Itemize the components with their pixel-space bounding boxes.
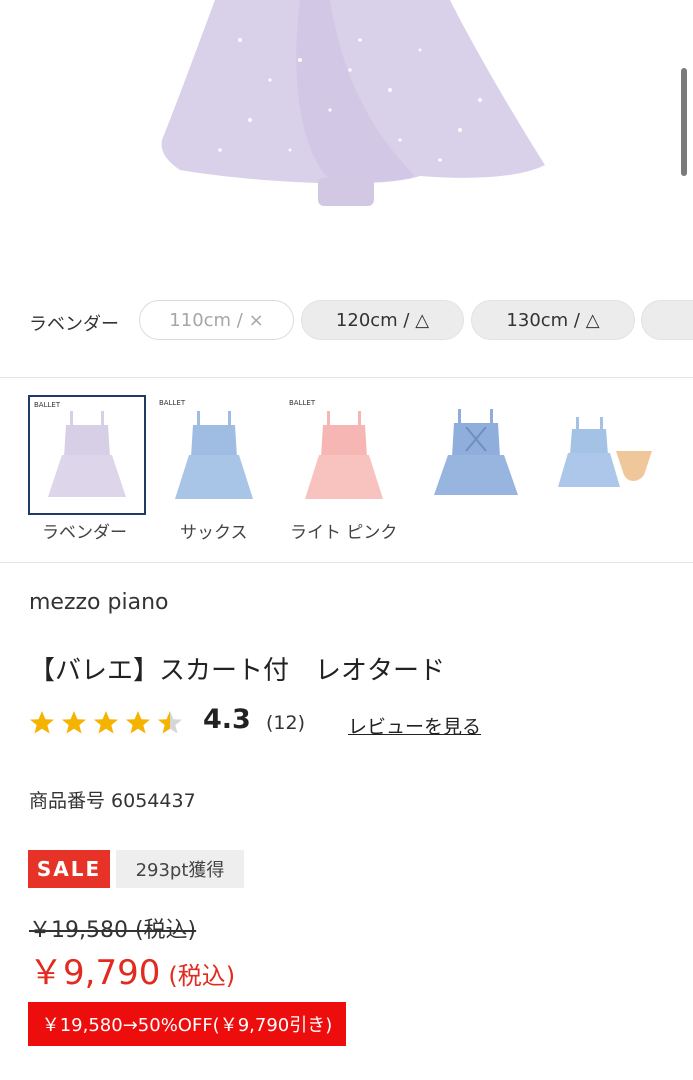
size-chip-label: 120cm / △ xyxy=(335,309,430,331)
sale-badge: SALE xyxy=(28,850,110,888)
color-thumb-sax[interactable]: BALLET xyxy=(155,395,273,515)
rating-value: 4.3 xyxy=(203,704,251,735)
leotard-skirt-illustration xyxy=(161,0,545,206)
svg-text:BALLET: BALLET xyxy=(289,399,316,407)
size-chip-label: 130cm / △ xyxy=(506,309,600,331)
leotard-thumbnail-icon xyxy=(434,409,518,495)
color-thumb-label: ライト ピンク xyxy=(290,523,398,543)
size-chip-110[interactable]: 110cm / × xyxy=(139,300,294,340)
page-scrollbar[interactable] xyxy=(681,68,687,176)
divider xyxy=(0,377,693,378)
sale-price: ￥9,790 (税込) xyxy=(29,945,235,994)
color-thumb-label: サックス xyxy=(180,523,248,543)
color-thumb-light-pink[interactable]: BALLET xyxy=(285,395,403,515)
review-count: (12) xyxy=(266,712,306,734)
brand-name[interactable]: mezzo piano xyxy=(29,590,168,615)
svg-text:BALLET: BALLET xyxy=(34,401,61,409)
original-price: ￥19,580 (税込) xyxy=(29,918,197,943)
color-thumb-lavender[interactable]: BALLET xyxy=(28,395,146,515)
star-rating-icon xyxy=(30,711,182,734)
divider xyxy=(0,562,693,563)
sale-price-amount: ￥9,790 xyxy=(29,953,161,993)
discount-note: ￥19,580→50%OFF(￥9,790引き) xyxy=(28,1002,346,1046)
leotard-thumbnail-icon: BALLET xyxy=(289,399,383,499)
product-main-image[interactable] xyxy=(0,0,693,280)
view-reviews-link[interactable]: レビューを見る xyxy=(348,712,481,739)
color-thumb-back-view[interactable] xyxy=(418,395,536,515)
size-chip-next[interactable] xyxy=(641,300,693,340)
leotard-thumbnail-icon: BALLET xyxy=(159,399,253,499)
selected-color-label: ラベンダー xyxy=(29,314,119,335)
size-selector: ラベンダー 110cm / × 120cm / △ 130cm / △ xyxy=(0,298,693,346)
product-number: 商品番号 6054437 xyxy=(29,790,196,812)
leotard-thumbnail-icon xyxy=(558,417,652,487)
size-chip-120[interactable]: 120cm / △ xyxy=(301,300,464,340)
size-chip-label: 110cm / × xyxy=(169,309,264,331)
color-thumb-label: ラベンダー xyxy=(42,523,127,543)
star-rating xyxy=(29,708,189,738)
leotard-thumbnail-icon: BALLET xyxy=(34,401,126,497)
svg-text:BALLET: BALLET xyxy=(159,399,186,407)
size-chip-130[interactable]: 130cm / △ xyxy=(471,300,635,340)
product-title: 【バレエ】スカート付 レオタード xyxy=(29,656,446,686)
sale-price-tax-note: (税込) xyxy=(168,962,236,990)
points-badge: 293pt獲得 xyxy=(116,850,244,888)
color-thumb-set-view[interactable] xyxy=(548,395,666,515)
